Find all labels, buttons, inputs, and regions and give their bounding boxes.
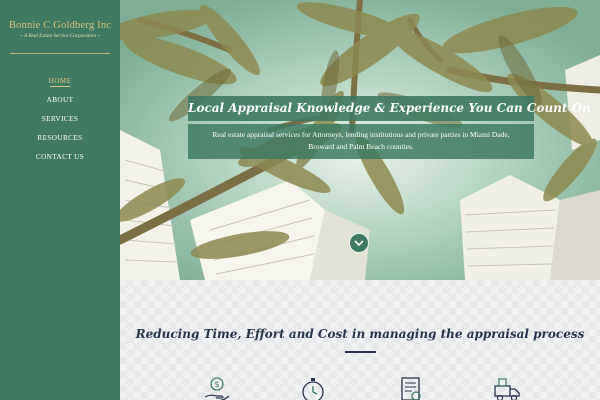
sidebar: Bonnie C Goldberg Inc ~ A Real Estate Se… (0, 0, 120, 400)
logo[interactable]: Bonnie C Goldberg Inc ~ A Real Estate Se… (0, 0, 120, 39)
divider (10, 53, 110, 54)
chevron-down-icon (354, 240, 364, 247)
hero-banner: Local Appraisal Knowledge & Experience Y… (120, 0, 600, 280)
main-nav: HOME ABOUT SERVICES RESOURCES CONTACT US (0, 68, 120, 163)
nav-link-contact[interactable]: CONTACT US (36, 153, 84, 161)
features-section: Reducing Time, Effort and Cost in managi… (120, 280, 600, 400)
nav-item-resources[interactable]: RESOURCES (0, 125, 120, 144)
document-certificate-icon (401, 377, 421, 400)
delivery-truck-icon (494, 378, 520, 400)
svg-text:$: $ (214, 380, 219, 389)
logo-name: Bonnie C Goldberg Inc (8, 20, 112, 31)
nav-link-resources[interactable]: RESOURCES (37, 134, 82, 142)
stopwatch-icon (302, 378, 324, 400)
scroll-down-button[interactable] (349, 233, 369, 253)
nav-link-about[interactable]: ABOUT (47, 96, 74, 104)
nav-item-services[interactable]: SERVICES (0, 106, 120, 125)
nav-item-home[interactable]: HOME (0, 68, 120, 87)
hero-subtitle: Real estate appraisal services for Attor… (188, 124, 534, 159)
nav-item-about[interactable]: ABOUT (0, 87, 120, 106)
nav-item-contact[interactable]: CONTACT US (0, 144, 120, 163)
nav-link-services[interactable]: SERVICES (42, 115, 79, 123)
section-title: Reducing Time, Effort and Cost in managi… (135, 327, 585, 341)
money-hand-icon: $ (204, 377, 230, 400)
nav-link-home[interactable]: HOME (49, 77, 72, 85)
logo-tagline: ~ A Real Estate Service Corporation ~ (19, 33, 101, 39)
section-divider (345, 351, 376, 353)
hero-title: Local Appraisal Knowledge & Experience Y… (188, 96, 591, 121)
